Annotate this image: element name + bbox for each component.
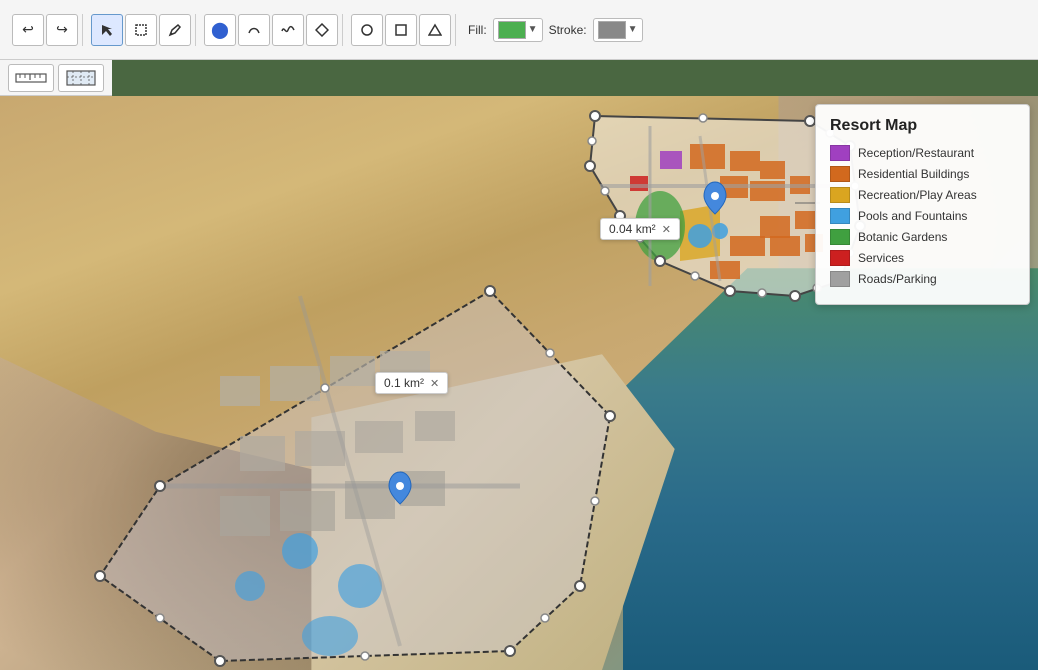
select-group [87, 14, 196, 46]
lower-area-close[interactable]: ✕ [430, 377, 439, 390]
legend-item-pools: Pools and Fountains [830, 208, 1015, 224]
shape-group [347, 14, 456, 46]
fill-color-selector[interactable]: ▼ [493, 18, 543, 42]
legend-item-botanic: Botanic Gardens [830, 229, 1015, 245]
stroke-swatch [598, 21, 626, 39]
ruler-button[interactable] [8, 64, 54, 92]
legend-title: Resort Map [830, 117, 1015, 135]
undo-button[interactable]: ↩ [12, 14, 44, 46]
redo-button[interactable]: ↪ [46, 14, 78, 46]
rect-select-button[interactable] [125, 14, 157, 46]
circle-tool-button[interactable] [351, 14, 383, 46]
select-tool-button[interactable] [91, 14, 123, 46]
fill-label: Fill: [468, 23, 487, 37]
pools-label: Pools and Fountains [858, 209, 967, 223]
residential-label: Residential Buildings [858, 167, 969, 181]
legend-item-reception: Reception/Restaurant [830, 145, 1015, 161]
curve-tool-button[interactable] [238, 14, 270, 46]
history-group: ↩ ↪ [8, 14, 83, 46]
pencil-button[interactable] [159, 14, 191, 46]
reception-label: Reception/Restaurant [858, 146, 974, 160]
point-tool-button[interactable]: ⬤ [204, 14, 236, 46]
upper-area-label: 0.04 km² ✕ [600, 218, 680, 240]
draw-group: ⬤ [200, 14, 343, 46]
triangle-tool-button[interactable] [419, 14, 451, 46]
upper-area-close[interactable]: ✕ [662, 223, 671, 236]
roads-label: Roads/Parking [858, 272, 937, 286]
legend-item-residential: Residential Buildings [830, 166, 1015, 182]
recreation-swatch [830, 187, 850, 203]
botanic-swatch [830, 229, 850, 245]
measure-toolbar [0, 60, 112, 96]
fill-dropdown-arrow: ▼ [528, 24, 538, 35]
main-toolbar: ↩ ↪ ⬤ F [0, 0, 1038, 60]
fill-stroke-controls: Fill: ▼ Stroke: ▼ [468, 18, 643, 42]
legend-panel: Resort Map Reception/Restaurant Resident… [815, 104, 1030, 305]
residential-swatch [830, 166, 850, 182]
fill-swatch [498, 21, 526, 39]
square-tool-button[interactable] [385, 14, 417, 46]
legend-item-recreation: Recreation/Play Areas [830, 187, 1015, 203]
upper-area-text: 0.04 km² [609, 222, 656, 236]
lower-area-text: 0.1 km² [384, 376, 424, 390]
node-tool-button[interactable] [306, 14, 338, 46]
stroke-label: Stroke: [549, 23, 587, 37]
legend-item-services: Services [830, 250, 1015, 266]
services-swatch [830, 250, 850, 266]
pools-swatch [830, 208, 850, 224]
stroke-dropdown-arrow: ▼ [628, 24, 638, 35]
stroke-color-selector[interactable]: ▼ [593, 18, 643, 42]
legend-item-roads: Roads/Parking [830, 271, 1015, 287]
area-measure-button[interactable] [58, 64, 104, 92]
map-container[interactable]: 0.04 km² ✕ 0.1 km² ✕ Resort Map Receptio… [0, 96, 1038, 670]
recreation-label: Recreation/Play Areas [858, 188, 977, 202]
botanic-label: Botanic Gardens [858, 230, 947, 244]
smooth-tool-button[interactable] [272, 14, 304, 46]
lower-area-label: 0.1 km² ✕ [375, 372, 448, 394]
services-label: Services [858, 251, 904, 265]
roads-swatch [830, 271, 850, 287]
sea-layer [623, 268, 1038, 670]
reception-swatch [830, 145, 850, 161]
